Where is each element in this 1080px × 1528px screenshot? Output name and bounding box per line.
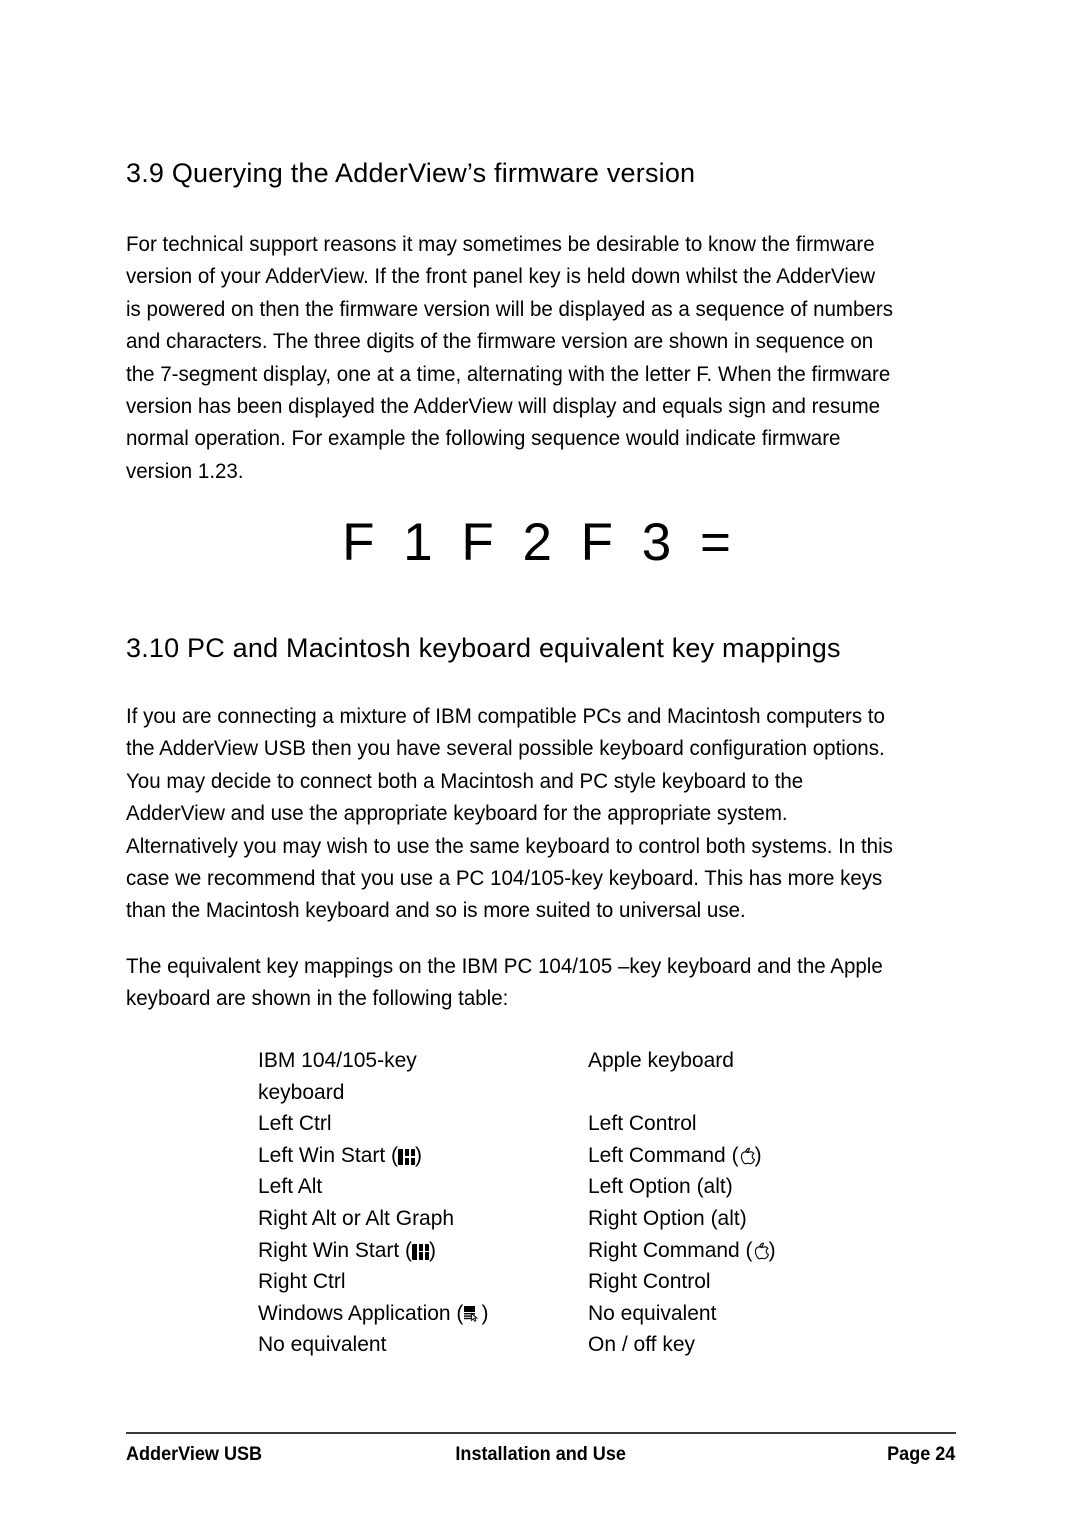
section-3-10-paragraph-a-line: You may decide to connect both a Macinto… xyxy=(126,768,804,793)
section-3-10-paragraph-b-line: keyboard are shown in the following tabl… xyxy=(126,986,509,1011)
footer-right-text: Page 24 xyxy=(887,1444,956,1465)
section-3-9-paragraph-line: normal operation. For example the follow… xyxy=(126,426,841,451)
key-table-cell-ibm-text: Windows Application ( xyxy=(258,1301,464,1325)
key-table-row: Right Alt or Alt Graph Right Option (alt) xyxy=(258,1203,958,1235)
section-3-9-paragraph-line: version has been displayed the AdderView… xyxy=(126,394,881,419)
key-table-cell-apple: Right Option (alt) xyxy=(588,1203,747,1235)
key-table-cell-ibm-suffix: ) xyxy=(429,1238,437,1262)
key-table-cell-apple: Right Control xyxy=(588,1266,711,1298)
key-table-header-row: IBM 104/105-key Apple keyboard xyxy=(258,1045,958,1077)
key-table-cell-apple: Left Command () xyxy=(588,1140,762,1172)
key-table-cell-apple-text: Right Command ( xyxy=(588,1238,753,1262)
key-table-header-ibm-line2: keyboard xyxy=(258,1080,345,1104)
section-3-9-paragraph-line: version 1.23. xyxy=(126,458,244,483)
key-table-cell-ibm-text: No equivalent xyxy=(258,1333,387,1357)
key-table-row: Left Win Start () Left Command () xyxy=(258,1140,958,1172)
key-table-cell-ibm: No equivalent xyxy=(258,1329,386,1361)
key-table-cell-apple-text: Left Control xyxy=(588,1112,697,1136)
section-3-10-paragraph-a-line: If you are connecting a mixture of IBM c… xyxy=(126,704,885,728)
key-table-header-apple: Apple keyboard xyxy=(588,1049,734,1072)
section-3-9-paragraph-line: and characters. The three digits of the … xyxy=(126,329,874,354)
apple-logo-icon xyxy=(739,1147,755,1165)
section-heading-3-9: 3.9 Querying the AdderView’s firmware ve… xyxy=(126,158,696,188)
key-table-cell-apple-text: No equivalent xyxy=(588,1301,717,1325)
section-3-9-paragraph-line: the 7-segment display, one at a time, al… xyxy=(126,361,891,386)
section-3-10-paragraph-a-line: than the Macintosh keyboard and so is mo… xyxy=(126,898,746,923)
key-table-cell-apple-suffix: ) xyxy=(754,1143,762,1167)
section-3-10-paragraph-b: The equivalent key mappings on the IBM P… xyxy=(126,950,924,1015)
key-table-header-row-continued: keyboard xyxy=(258,1077,958,1109)
key-table-cell-apple: No equivalent xyxy=(588,1298,716,1330)
section-3-10-paragraph-a-line: AdderView and use the appropriate keyboa… xyxy=(126,801,788,826)
key-table-cell-apple-text: Right Option (alt) xyxy=(588,1206,747,1230)
key-table-row: Right Ctrl Right Control xyxy=(258,1266,958,1298)
key-table-row: Left Alt Left Option (alt) xyxy=(258,1171,958,1203)
key-table-cell-ibm-text: Left Alt xyxy=(258,1175,323,1199)
key-table-cell-ibm-text: Left Ctrl xyxy=(258,1112,332,1136)
document-page: 3.9 Querying the AdderView’s firmware ve… xyxy=(0,0,1080,1528)
apple-logo-icon xyxy=(753,1242,769,1260)
key-table-cell-apple-text: On / off key xyxy=(588,1333,695,1357)
section-3-10-paragraph-a: If you are connecting a mixture of IBM c… xyxy=(126,700,924,927)
key-table-cell-apple-text: Left Command ( xyxy=(588,1143,739,1167)
section-heading-3-10: 3.10 PC and Macintosh keyboard equivalen… xyxy=(126,633,841,663)
section-3-9-paragraph: For technical support reasons it may som… xyxy=(126,228,924,487)
key-table-cell-apple-suffix: ) xyxy=(768,1238,776,1262)
key-table-row: Left Ctrl Left Control xyxy=(258,1108,958,1140)
section-3-9-paragraph-line: For technical support reasons it may som… xyxy=(126,232,875,256)
key-table-row: No equivalent On / off key xyxy=(258,1329,958,1361)
section-3-9-paragraph-line: is powered on then the firmware version … xyxy=(126,296,893,321)
key-table-cell-ibm: Right Alt or Alt Graph xyxy=(258,1203,454,1235)
key-table-header-ibm: IBM 104/105-key xyxy=(258,1049,417,1072)
key-table-cell-ibm-suffix: ) xyxy=(415,1143,423,1167)
key-table-cell-apple: Left Option (alt) xyxy=(588,1171,733,1203)
key-table-row: Windows Application () No equivalent xyxy=(258,1298,958,1330)
key-mapping-table: IBM 104/105-key Apple keyboard keyboard Lef… xyxy=(258,1045,958,1361)
key-table-row: Right Win Start () Right Command () xyxy=(258,1235,958,1267)
section-3-10-paragraph-b-line: The equivalent key mappings on the IBM P… xyxy=(126,954,883,978)
key-table-cell-ibm: Left Alt xyxy=(258,1171,322,1203)
section-3-10-paragraph-a-line: Alternatively you may wish to use the sa… xyxy=(126,833,893,858)
key-table-cell-ibm-text: Right Ctrl xyxy=(258,1270,346,1294)
key-table-cell-apple-text: Right Control xyxy=(588,1270,711,1294)
key-table-cell-ibm: Left Win Start () xyxy=(258,1140,422,1172)
windows-logo-icon xyxy=(398,1148,416,1165)
key-table-cell-apple: Right Command () xyxy=(588,1235,776,1267)
key-table-cell-apple: Left Control xyxy=(588,1108,697,1140)
section-3-10-paragraph-a-line: the AdderView USB then you have several … xyxy=(126,736,885,761)
firmware-version-sequence: F 1 F 2 F 3 = xyxy=(342,513,738,572)
windows-logo-icon xyxy=(412,1243,430,1260)
key-table-cell-ibm: Right Ctrl xyxy=(258,1266,346,1298)
key-table-cell-ibm-text: Right Alt or Alt Graph xyxy=(258,1206,455,1230)
windows-application-key-icon xyxy=(463,1305,481,1323)
key-table-cell-apple: On / off key xyxy=(588,1329,695,1361)
key-table-cell-ibm-text: Left Win Start ( xyxy=(258,1143,399,1167)
key-table-cell-ibm-suffix: ) xyxy=(481,1301,489,1325)
key-table-cell-ibm-text: Right Win Start ( xyxy=(258,1238,413,1262)
page-footer: AdderView USB Installation and Use Page … xyxy=(126,1444,955,1472)
key-table-cell-ibm: Right Win Start () xyxy=(258,1235,436,1267)
key-table-cell-ibm: Left Ctrl xyxy=(258,1108,332,1140)
section-3-10-paragraph-a-line: case we recommend that you use a PC 104/… xyxy=(126,866,883,891)
key-table-cell-ibm: Windows Application () xyxy=(258,1298,488,1330)
section-3-9-paragraph-line: version of your AdderView. If the front … xyxy=(126,264,876,289)
key-table-cell-apple-text: Left Option (alt) xyxy=(588,1175,733,1199)
footer-divider xyxy=(126,1432,956,1434)
